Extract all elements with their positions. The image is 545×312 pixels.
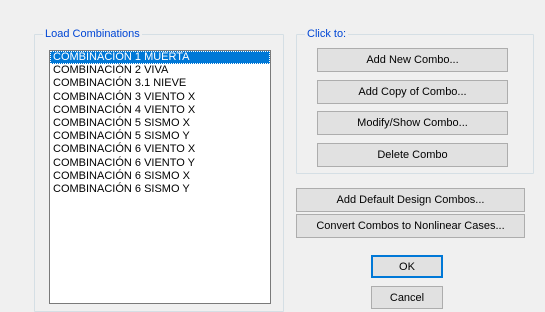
add-default-design-combos-button[interactable]: Add Default Design Combos...: [296, 188, 525, 212]
load-combination-item[interactable]: COMBINACIÓN 3.1 NIEVE: [50, 77, 270, 90]
load-combination-item[interactable]: COMBINACIÓN 5 SISMO Y: [50, 130, 270, 143]
load-combination-item[interactable]: COMBINACIÓN 6 VIENTO X: [50, 143, 270, 156]
load-combinations-list[interactable]: COMBINACION 1 MUERTA COMBINACIÓN 2 VIVA CO…: [49, 50, 271, 304]
load-combination-item[interactable]: COMBINACION 1 MUERTA: [50, 51, 270, 65]
load-combination-item[interactable]: COMBINACIÓN 6 SISMO X: [50, 170, 270, 183]
load-combination-item[interactable]: COMBINACIÓN 6 SISMO Y: [50, 183, 270, 196]
add-new-combo-button[interactable]: Add New Combo...: [317, 48, 508, 72]
modify-show-combo-button[interactable]: Modify/Show Combo...: [317, 111, 508, 135]
load-combination-item[interactable]: COMBINACIÓN 4 VIENTO X: [50, 104, 270, 117]
cancel-button[interactable]: Cancel: [371, 286, 443, 309]
load-combination-item[interactable]: COMBINACIÓN 6 VIENTO Y: [50, 157, 270, 170]
load-combinations-title: Load Combinations: [43, 27, 142, 41]
load-combination-item[interactable]: COMBINACIÓN 5 SISMO X: [50, 117, 270, 130]
convert-combos-to-nonlinear-button[interactable]: Convert Combos to Nonlinear Cases...: [296, 214, 525, 238]
click-to-title: Click to:: [305, 27, 349, 41]
load-combination-item[interactable]: COMBINACIÓN 3 VIENTO X: [50, 91, 270, 104]
add-copy-of-combo-button[interactable]: Add Copy of Combo...: [317, 80, 508, 104]
ok-button[interactable]: OK: [371, 255, 443, 278]
load-combination-item[interactable]: COMBINACIÓN 2 VIVA: [50, 64, 270, 77]
delete-combo-button[interactable]: Delete Combo: [317, 143, 508, 167]
